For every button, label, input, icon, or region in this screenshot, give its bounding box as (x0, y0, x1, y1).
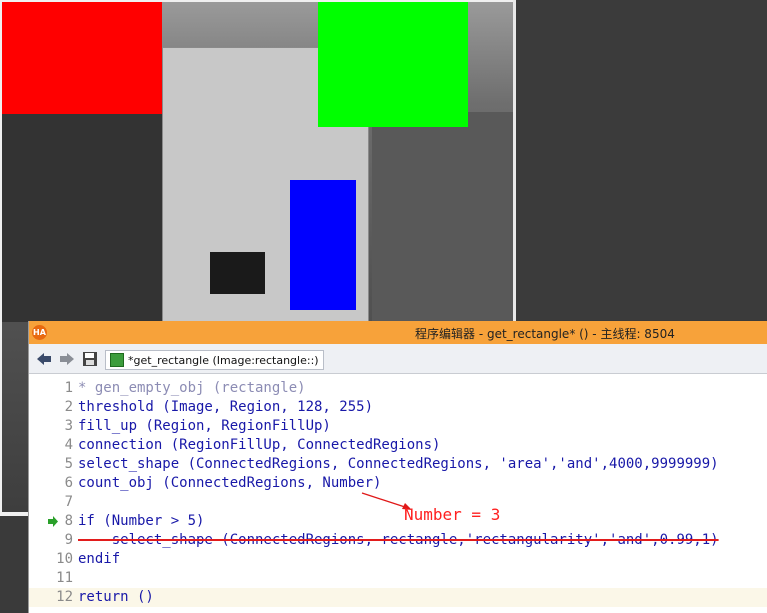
line-number: 1 (64, 380, 73, 396)
line-text-struck: select_shape (ConnectedRegions, rectangl… (78, 532, 719, 548)
line-text: * gen_empty_obj (rectangle) (78, 380, 306, 396)
code-line[interactable]: 5 select_shape (ConnectedRegions, Connec… (29, 455, 767, 474)
line-text: fill_up (Region, RegionFillUp) (78, 418, 331, 434)
line-number: 8 (64, 513, 73, 529)
line-number: 10 (56, 551, 73, 567)
code-line[interactable]: 10 endif (29, 550, 767, 569)
save-icon[interactable] (81, 350, 99, 367)
line-text: endif (78, 551, 121, 567)
machine-dark-panel (210, 252, 265, 294)
line-text: select_shape (ConnectedRegions, Connecte… (78, 456, 719, 472)
region-green (318, 2, 468, 127)
code-line[interactable]: 2 threshold (Image, Region, 128, 255) (29, 398, 767, 417)
line-number: 12 (56, 589, 73, 605)
editor-titlebar[interactable]: HA 程序编辑器 - get_rectangle* () - 主线程: 8504 (29, 321, 767, 344)
code-line[interactable]: 4 connection (RegionFillUp, ConnectedReg… (29, 436, 767, 455)
line-number: 4 (64, 437, 73, 453)
halcon-logo-icon: HA (32, 325, 47, 340)
line-text: count_obj (ConnectedRegions, Number) (78, 475, 382, 491)
procedure-icon (110, 353, 124, 367)
code-line-active[interactable]: 12 return () (29, 588, 767, 607)
region-red (2, 2, 162, 114)
code-line[interactable]: 11 (29, 569, 767, 588)
line-text: return () (78, 589, 154, 605)
tab-get-rectangle[interactable]: *get_rectangle (Image:rectangle::) (105, 350, 324, 370)
line-text: threshold (Image, Region, 128, 255) (78, 399, 374, 415)
tab-label: *get_rectangle (Image:rectangle::) (128, 353, 319, 367)
code-line[interactable]: 1 * gen_empty_obj (rectangle) (29, 379, 767, 398)
line-number: 11 (56, 570, 73, 586)
back-arrow-icon[interactable] (35, 350, 53, 367)
line-number: 7 (64, 494, 73, 510)
line-text: connection (RegionFillUp, ConnectedRegio… (78, 437, 441, 453)
annotation-number-value: Number = 3 (404, 505, 501, 524)
machine-left-part (2, 112, 162, 322)
code-line[interactable]: 9 select_shape (ConnectedRegions, rectan… (29, 531, 767, 550)
code-line[interactable]: 3 fill_up (Region, RegionFillUp) (29, 417, 767, 436)
machine-right-part (372, 112, 513, 322)
line-text: if (Number > 5) (78, 513, 205, 529)
forward-arrow-icon[interactable] (58, 350, 76, 367)
editor-title: 程序编辑器 - get_rectangle* () - 主线程: 8504 (415, 327, 675, 341)
region-blue (290, 180, 356, 310)
line-number: 5 (64, 456, 73, 472)
line-number: 6 (64, 475, 73, 491)
line-number: 9 (64, 532, 73, 548)
line-number: 2 (64, 399, 73, 415)
line-number: 3 (64, 418, 73, 434)
editor-toolbar: *get_rectangle (Image:rectangle::) (29, 344, 767, 374)
program-editor-window: HA 程序编辑器 - get_rectangle* () - 主线程: 8504… (28, 321, 767, 613)
workspace-background (516, 0, 767, 320)
